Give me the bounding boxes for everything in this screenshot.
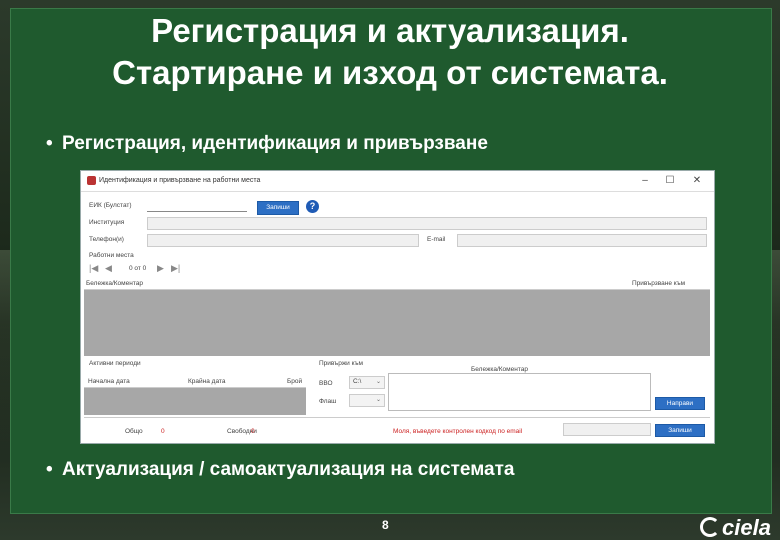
bind-to-label: Привържи към — [319, 360, 363, 367]
chevron-down-icon: ⌄ — [375, 397, 381, 403]
period-end-header: Крайна дата — [188, 378, 226, 385]
workplaces-label: Работни места — [89, 252, 134, 259]
bullet-update: • Актуализация / самоактуализация на сист… — [46, 459, 514, 481]
bullet-text: Регистрация, идентификация и привързване — [62, 133, 488, 154]
slide-title: Регистрация и актуализация. Стартиране и… — [0, 10, 780, 94]
first-page-icon[interactable]: |◀ — [89, 263, 98, 274]
identification-window: Идентификация и привързване на работни м… — [80, 170, 715, 444]
note-textbox[interactable] — [388, 373, 651, 411]
title-line-2: Стартиране и изход от системата. — [112, 54, 668, 91]
free-value: 0 — [251, 428, 255, 435]
control-code-message: Моля, въведете контролен кодкод по email — [393, 428, 523, 435]
active-periods-label: Активни периоди — [89, 360, 141, 367]
title-line-1: Регистрация и актуализация. — [151, 12, 629, 49]
next-page-icon[interactable]: ▶ — [157, 263, 164, 274]
bullet-registration: • Регистрация, идентификация и привързван… — [46, 133, 488, 155]
prev-page-icon[interactable]: ◀ — [105, 263, 112, 274]
control-code-input[interactable] — [563, 423, 651, 436]
help-icon[interactable]: ? — [306, 200, 319, 213]
ciela-logo: ciela — [700, 515, 771, 540]
bullet-dot: • — [46, 459, 53, 480]
maximize-button[interactable]: ☐ — [661, 174, 679, 188]
periods-grid[interactable] — [84, 388, 306, 415]
row1-value: С:\ — [353, 378, 362, 385]
bind-button[interactable]: Направи — [655, 397, 705, 410]
register-button[interactable]: Запиши — [257, 201, 299, 215]
workplaces-grid-header: Бележка/Коментар Привързване към — [84, 278, 710, 290]
pager-text: 0 от 0 — [129, 265, 147, 272]
phone-label: Телефон(и) — [89, 236, 124, 243]
chevron-down-icon: ⌄ — [375, 379, 381, 385]
row1-dropdown[interactable]: С:\ ⌄ — [349, 376, 385, 389]
window-title: Идентификация и привързване на работни м… — [99, 177, 261, 184]
eik-label: ЕИК (Булстат) — [89, 202, 132, 209]
presentation-slide: Регистрация и актуализация. Стартиране и… — [0, 0, 780, 540]
email-field[interactable] — [457, 234, 707, 247]
close-button[interactable]: ✕ — [688, 174, 706, 188]
save-button[interactable]: Запиши — [655, 424, 705, 437]
bottom-separator — [84, 417, 710, 418]
phone-field[interactable] — [147, 234, 419, 247]
minimize-button[interactable]: – — [636, 174, 654, 188]
institution-label: Институция — [89, 219, 125, 226]
eik-input[interactable] — [147, 211, 247, 212]
last-page-icon[interactable]: ▶| — [171, 263, 180, 274]
workplaces-grid[interactable] — [84, 290, 710, 356]
grid-bind-header: Привързване към — [632, 280, 686, 287]
ciela-logo-icon — [700, 517, 720, 537]
total-value: 0 — [161, 428, 165, 435]
periods-grid-header: Начална дата Крайна дата Брой — [84, 376, 306, 388]
total-label: Общо — [125, 428, 143, 435]
bullet-dot: • — [46, 133, 53, 154]
period-count-header: Брой — [287, 378, 303, 385]
period-start-header: Начална дата — [88, 378, 130, 385]
page-number: 8 — [382, 518, 389, 532]
row2-dropdown[interactable]: ⌄ — [349, 394, 385, 407]
email-label: E-mail — [427, 236, 446, 243]
note-label: Бележка/Коментар — [471, 366, 528, 373]
institution-field[interactable] — [147, 217, 707, 230]
grid-note-header: Бележка/Коментар — [86, 280, 143, 287]
row2-label: Флаш — [319, 398, 337, 405]
window-titlebar: Идентификация и привързване на работни м… — [81, 171, 714, 192]
app-icon — [87, 176, 96, 185]
bullet-text: Актуализация / самоактуализация на систе… — [62, 459, 515, 480]
logo-text: ciela — [722, 515, 771, 540]
row1-label: ВВО — [319, 380, 333, 387]
